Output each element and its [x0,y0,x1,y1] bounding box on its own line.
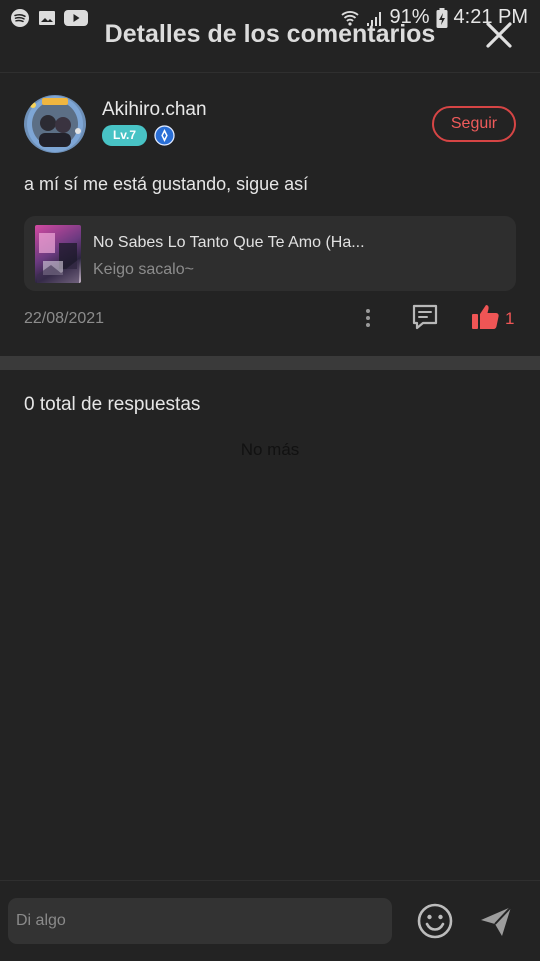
section-divider [0,356,540,370]
comment-date: 22/08/2021 [24,310,105,327]
reply-button[interactable] [410,302,440,332]
song-title: No Sabes Lo Tanto Que Te Amo (Ha... [93,234,365,251]
avatar-image [27,96,83,152]
no-more-label: No más [240,440,300,459]
song-cover-art [35,225,81,283]
comment-author: Akihiro.chan Lv.7 Seguir [24,95,516,155]
like-count: 1 [505,309,515,328]
comment-icon [412,304,438,330]
close-button[interactable] [482,18,516,52]
send-button[interactable] [478,903,514,939]
close-icon [486,22,512,48]
like-button[interactable] [470,303,500,331]
username[interactable]: Akihiro.chan [102,99,207,121]
comment-composer: Di algo [0,880,540,961]
thumbs-up-icon [472,305,499,329]
more-vertical-icon [366,309,370,327]
send-icon [481,906,512,936]
comment-input[interactable]: Di algo [8,898,392,944]
avatar[interactable] [24,95,86,153]
emoji-icon [417,903,453,939]
header: Detalles de los comentarios [0,0,540,73]
follow-button[interactable]: Seguir [432,106,516,142]
level-badge: Lv.7 [102,125,147,146]
song-subtitle: Keigo sacalo~ [93,261,194,278]
verified-icon [154,125,175,146]
emoji-button[interactable] [416,902,454,940]
replies-count: 0 total de respuestas [24,394,201,415]
page-title: Detalles de los comentarios [104,20,436,48]
more-options-button[interactable] [362,306,374,330]
song-card[interactable]: No Sabes Lo Tanto Que Te Amo (Ha... Keig… [24,216,516,291]
comment-text: a mí sí me está gustando, sigue así [24,174,309,194]
